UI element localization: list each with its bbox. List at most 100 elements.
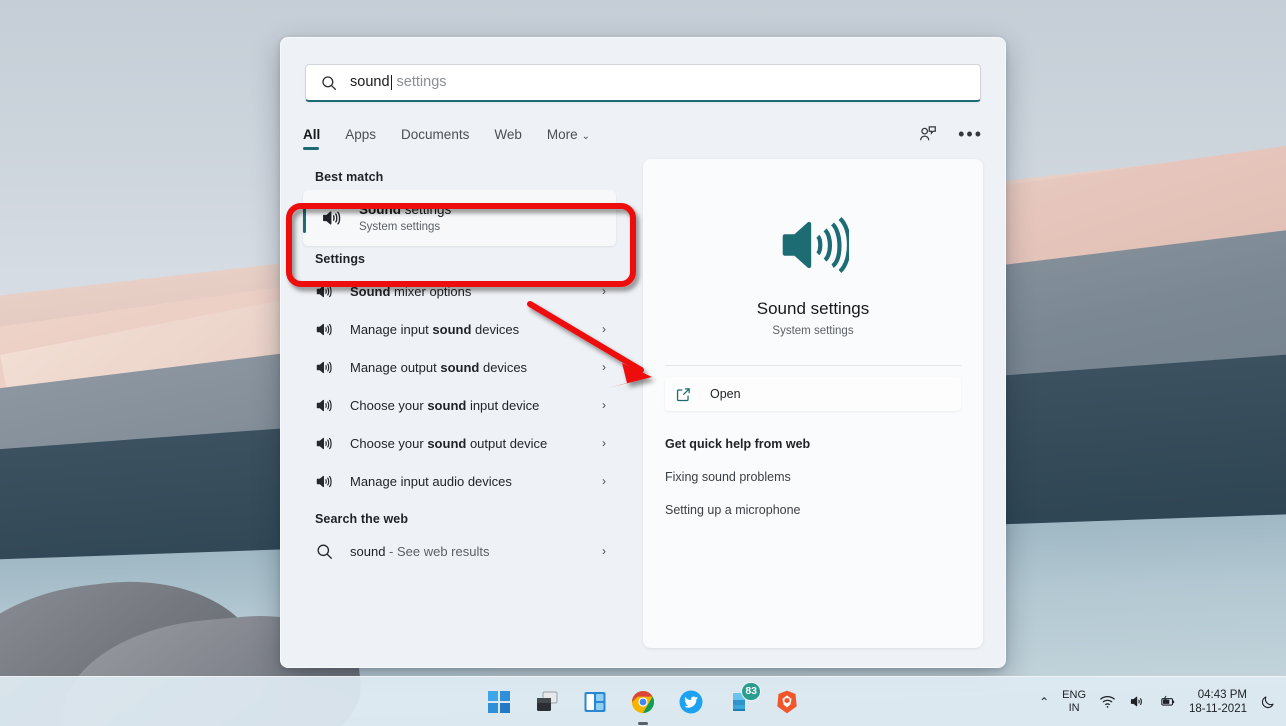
tab-more[interactable]: More ⌄ [547, 127, 590, 152]
settings-result-item[interactable]: Manage output sound devices › [303, 348, 616, 386]
settings-result-label-highlight: sound [440, 359, 480, 375]
preview-pane: Sound settings System settings Open Get … [621, 152, 1005, 650]
search-suggestion-text: settings [392, 74, 447, 91]
settings-result-label-post: devices [479, 359, 528, 375]
settings-result-item[interactable]: Choose your sound input device › [303, 386, 616, 424]
chevron-right-icon: › [602, 322, 606, 336]
open-button-label: Open [710, 387, 741, 401]
speaker-sound-icon [316, 437, 332, 449]
search-typed-text: sound [350, 74, 390, 91]
settings-result-item[interactable]: Manage input sound devices › [303, 310, 616, 348]
speaker-sound-icon-large [782, 217, 849, 273]
chevron-down-icon: ⌄ [581, 131, 590, 142]
chrome-button[interactable] [630, 689, 656, 725]
best-match-text-block: Sound settings System settings [359, 201, 451, 235]
taskbar: 83 ⌃ ENG IN 04:43 PM 18-11-2021 [0, 676, 1286, 726]
settings-result-item[interactable]: Sound mixer options › [303, 272, 616, 310]
search-input[interactable]: sound settings [305, 64, 981, 102]
settings-result-label: Choose your sound input device [350, 398, 602, 413]
settings-result-label-pre: Choose your [350, 435, 428, 451]
widgets-button[interactable] [582, 689, 608, 715]
search-icon [317, 543, 333, 559]
brave-lion-icon [777, 690, 797, 713]
windows-logo-icon [488, 690, 510, 713]
web-search-result-label: sound - See web results [350, 544, 602, 559]
tab-more-label: More [546, 127, 578, 142]
clock-date: 18-11-2021 [1189, 702, 1247, 715]
quick-help-header: Get quick help from web [665, 437, 811, 451]
clock[interactable]: 04:43 PM 18-11-2021 [1189, 688, 1247, 716]
chrome-icon [631, 690, 655, 713]
chevron-right-icon: › [602, 474, 606, 488]
web-search-query: sound [350, 543, 386, 559]
mail-button[interactable]: 83 [726, 681, 761, 715]
tray-overflow-chevron-icon[interactable]: ⌃ [1039, 695, 1049, 709]
search-filter-tabs: All Apps Documents Web More ⌄ ••• [281, 102, 1005, 152]
settings-result-label-pre: Manage output [350, 359, 441, 375]
text-cursor [390, 75, 392, 90]
speaker-sound-icon [316, 399, 332, 411]
tab-all-label: All [303, 127, 321, 142]
start-button[interactable] [486, 689, 512, 715]
windows-search-panel: sound settings All Apps Documents Web Mo… [280, 37, 1006, 668]
mail-unread-badge: 83 [741, 681, 761, 701]
web-search-suffix: - See web results [385, 543, 490, 559]
search-results-body: Best match Sound settings System setting… [281, 152, 1005, 650]
best-match-title: Sound settings [359, 201, 451, 219]
tab-documents-label: Documents [401, 127, 470, 142]
search-box-container: sound settings [281, 38, 1005, 102]
settings-result-item[interactable]: Manage input audio devices › [303, 462, 616, 500]
tab-all[interactable]: All [303, 127, 320, 152]
settings-result-label-post: devices [471, 321, 520, 337]
tab-apps-label: Apps [345, 127, 377, 142]
best-match-title-rest: settings [401, 201, 452, 217]
moon-do-not-disturb-icon[interactable] [1260, 694, 1276, 710]
speaker-sound-icon [316, 285, 332, 297]
search-the-web-header: Search the web [315, 512, 409, 526]
tab-web[interactable]: Web [494, 127, 522, 152]
preview-title: Sound settings [756, 299, 870, 318]
language-line-2: IN [1068, 701, 1080, 714]
active-app-indicator [638, 721, 648, 725]
settings-result-label: Manage input audio devices [350, 474, 602, 489]
brave-button[interactable] [774, 689, 800, 715]
settings-result-label-highlight: sound [427, 397, 467, 413]
chevron-right-icon: › [602, 436, 606, 450]
settings-result-label-post: mixer options [390, 283, 472, 299]
settings-result-label-post: input device [466, 397, 540, 413]
volume-icon[interactable] [1129, 693, 1146, 710]
search-results-list: Best match Sound settings System setting… [281, 152, 621, 650]
settings-results-list: Sound mixer options › Manage input sound d… [303, 272, 621, 500]
tab-apps[interactable]: Apps [345, 127, 376, 152]
language-line-1: ENG [1062, 688, 1087, 701]
web-search-result-item[interactable]: sound - See web results › [303, 532, 616, 570]
task-view-button[interactable] [534, 689, 560, 715]
settings-result-item[interactable]: Choose your sound output device › [303, 424, 616, 462]
open-button[interactable]: Open [665, 377, 961, 411]
search-panel-actions: ••• [918, 124, 983, 144]
language-indicator[interactable]: ENG IN [1062, 689, 1086, 715]
search-icon [322, 75, 337, 90]
chevron-right-icon: › [602, 360, 606, 374]
preview-subtitle: System settings [772, 325, 854, 337]
speaker-sound-icon [316, 323, 332, 335]
settings-result-label: Sound mixer options [350, 284, 602, 299]
help-link-fixing-sound-problems[interactable]: Fixing sound problems [665, 470, 961, 484]
speaker-sound-icon [316, 475, 332, 487]
wifi-icon[interactable] [1099, 693, 1116, 710]
battery-charging-icon[interactable] [1159, 693, 1176, 710]
best-match-result-sound-settings[interactable]: Sound settings System settings [303, 190, 616, 246]
best-match-subtitle: System settings [359, 221, 441, 234]
settings-result-label-pre: Choose your [350, 397, 428, 413]
settings-result-label: Choose your sound output device [350, 436, 602, 451]
settings-result-label-highlight: sound [432, 321, 472, 337]
tab-web-label: Web [494, 127, 522, 142]
help-link-setting-up-microphone[interactable]: Setting up a microphone [665, 503, 961, 517]
twitter-button[interactable] [678, 689, 704, 715]
chevron-right-icon: › [602, 284, 606, 298]
preview-divider [665, 365, 961, 366]
feedback-person-icon[interactable] [918, 124, 938, 144]
taskbar-app-icons: 83 [486, 681, 800, 725]
tab-documents[interactable]: Documents [401, 127, 469, 152]
more-options-button[interactable]: ••• [958, 125, 983, 143]
